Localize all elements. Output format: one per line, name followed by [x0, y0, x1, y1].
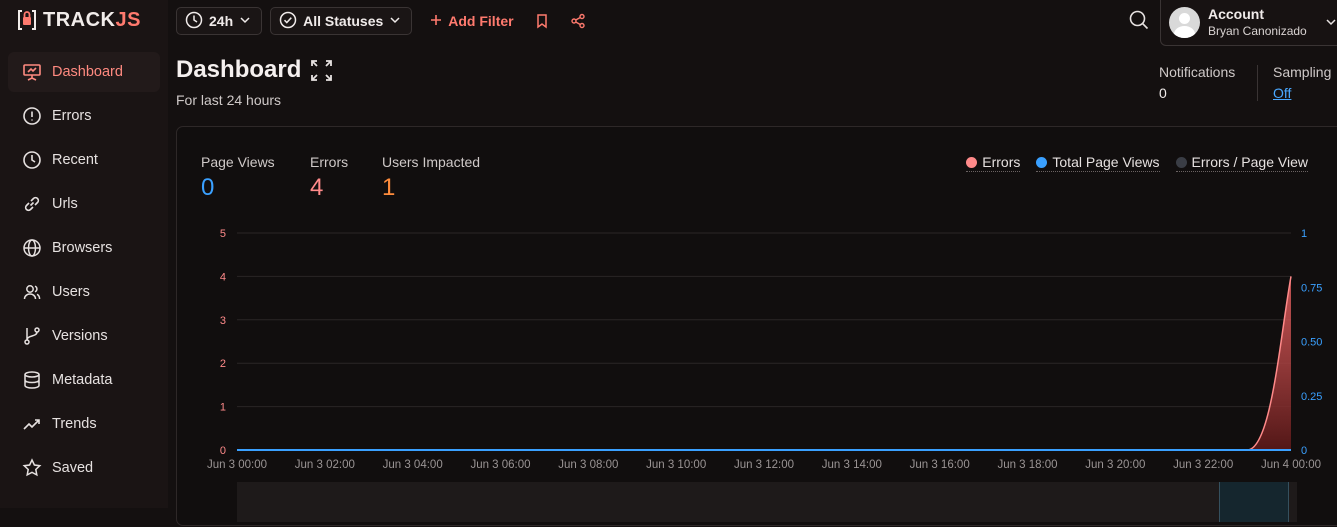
x-tick-label: Jun 3 08:00: [558, 459, 618, 471]
sidebar-item-browsers[interactable]: Browsers: [8, 228, 160, 268]
toolbar: 24h All Statuses Add Filter: [176, 7, 586, 35]
search-icon[interactable]: [1128, 9, 1150, 36]
alert-circle-icon: [22, 106, 42, 126]
chart-range-brush[interactable]: [237, 482, 1297, 522]
sidebar: TRACKJS Dashboard Errors Recent Urls Bro…: [0, 0, 168, 508]
account-info: Account Bryan Canonizado: [1208, 6, 1307, 39]
git-branch-icon: [22, 326, 42, 346]
sidebar-item-label: Recent: [52, 152, 98, 168]
sampling-label: Sampling: [1273, 64, 1332, 80]
x-tick-label: Jun 3 22:00: [1173, 459, 1233, 471]
x-tick-label: Jun 3 06:00: [470, 459, 530, 471]
x-tick-label: Jun 3 10:00: [646, 459, 706, 471]
notifications-summary[interactable]: Notifications 0: [1159, 64, 1235, 101]
globe-icon: [22, 238, 42, 258]
sidebar-item-label: Versions: [52, 328, 108, 344]
account-menu[interactable]: Account Bryan Canonizado: [1160, 0, 1337, 46]
y-right-tick-label: 0.75: [1301, 282, 1322, 294]
users-icon: [22, 282, 42, 302]
sidebar-item-label: Urls: [52, 196, 78, 212]
sampling-summary: Sampling Off: [1273, 64, 1331, 101]
errors-chart[interactable]: 0 1 2 3 4 5 0 0.25 0.50 0.75 1 Jun 3 00:00 Jun 3 02:…: [177, 127, 1337, 527]
notifications-label: Notifications: [1159, 64, 1236, 80]
y-right-tick-label: 0: [1301, 445, 1307, 457]
expand-icon[interactable]: [310, 59, 333, 87]
chevron-down-icon: [239, 13, 251, 29]
sidebar-item-label: Browsers: [52, 240, 113, 256]
sidebar-item-dashboard[interactable]: Dashboard: [8, 52, 160, 92]
plus-icon: [430, 13, 442, 29]
sidebar-item-label: Saved: [52, 460, 94, 476]
x-tick-label: Jun 3 04:00: [383, 459, 443, 471]
page-subtitle: For last 24 hours: [176, 92, 282, 108]
sidebar-item-label: Dashboard: [52, 64, 123, 80]
sidebar-item-recent[interactable]: Recent: [8, 140, 160, 180]
y-right-tick-label: 0.50: [1301, 337, 1322, 349]
clock-icon: [185, 11, 203, 32]
y-left-tick-label: 0: [220, 445, 226, 457]
notifications-count: 0: [1159, 85, 1167, 101]
dashboard-chart-card: Page Views 0 Errors 4 Users Impacted 1 E…: [176, 126, 1337, 526]
bookmark-icon[interactable]: [534, 13, 550, 29]
y-left-tick-label: 3: [220, 315, 226, 327]
y-right-tick-label: 0.25: [1301, 391, 1322, 403]
clock-icon: [22, 150, 42, 170]
link-icon: [22, 194, 42, 214]
time-range-value: 24h: [209, 13, 234, 29]
sidebar-item-errors[interactable]: Errors: [8, 96, 160, 136]
x-tick-label: Jun 4 00:00: [1261, 459, 1321, 471]
chart-range-selection[interactable]: [1219, 482, 1289, 522]
status-filter-dropdown[interactable]: All Statuses: [270, 7, 413, 35]
trackjs-logo-icon: [18, 10, 36, 30]
x-tick-label: Jun 3 02:00: [295, 459, 355, 471]
y-right-tick-label: 1: [1301, 228, 1307, 240]
sidebar-nav: Dashboard Errors Recent Urls Browsers Us…: [8, 52, 160, 492]
sidebar-item-urls[interactable]: Urls: [8, 184, 160, 224]
sidebar-item-saved[interactable]: Saved: [8, 448, 160, 488]
sidebar-item-users[interactable]: Users: [8, 272, 160, 312]
add-filter-label: Add Filter: [448, 13, 514, 29]
add-filter-button[interactable]: Add Filter: [430, 13, 514, 29]
y-left-tick-label: 2: [220, 358, 226, 370]
sidebar-item-label: Trends: [52, 416, 97, 432]
x-tick-label: Jun 3 00:00: [207, 459, 267, 471]
logo-text: TRACKJS: [43, 8, 141, 31]
account-name: Bryan Canonizado: [1208, 23, 1307, 38]
account-title: Account: [1208, 6, 1264, 23]
sidebar-item-metadata[interactable]: Metadata: [8, 360, 160, 400]
avatar: [1169, 7, 1200, 38]
page-title: Dashboard: [176, 56, 302, 83]
sidebar-item-label: Users: [52, 284, 90, 300]
time-range-dropdown[interactable]: 24h: [176, 7, 263, 35]
trackjs-logo[interactable]: TRACKJS: [16, 6, 141, 34]
y-left-tick-label: 4: [220, 271, 226, 283]
chevron-down-icon: [1325, 15, 1337, 33]
star-icon: [22, 458, 42, 478]
x-tick-label: Jun 3 20:00: [1085, 459, 1145, 471]
y-left-tick-label: 5: [220, 228, 226, 240]
x-tick-label: Jun 3 16:00: [910, 459, 970, 471]
y-left-tick-label: 1: [220, 402, 226, 414]
database-icon: [22, 370, 42, 390]
presentation-icon: [22, 62, 42, 82]
x-tick-label: Jun 3 14:00: [822, 459, 882, 471]
divider: [1257, 65, 1258, 101]
share-icon[interactable]: [570, 13, 586, 29]
sidebar-item-trends[interactable]: Trends: [8, 404, 160, 444]
x-tick-label: Jun 3 18:00: [997, 459, 1057, 471]
x-tick-label: Jun 3 12:00: [734, 459, 794, 471]
check-circle-icon: [279, 11, 297, 32]
sampling-link[interactable]: Off: [1273, 85, 1331, 101]
chevron-down-icon: [389, 13, 401, 29]
status-filter-value: All Statuses: [303, 13, 384, 29]
sidebar-item-label: Errors: [52, 108, 92, 124]
sidebar-item-versions[interactable]: Versions: [8, 316, 160, 356]
sidebar-item-label: Metadata: [52, 372, 113, 388]
trend-icon: [22, 414, 42, 434]
